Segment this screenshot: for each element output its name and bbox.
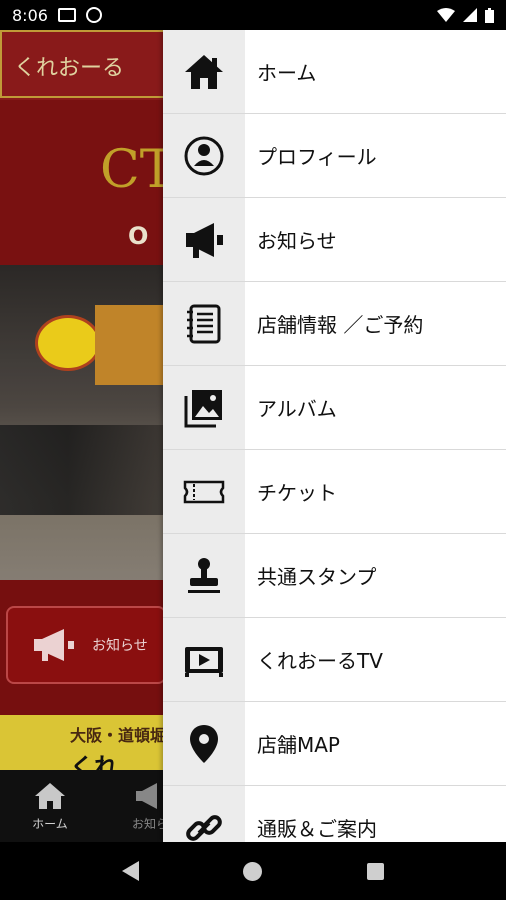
menu-label: 共通スタンプ [257,565,377,589]
recents-button[interactable] [366,862,384,880]
menu-icon-cell [163,534,245,617]
tv-icon [185,646,223,677]
menu-label: お知らせ [257,229,337,253]
menu-icon-cell [163,30,245,113]
menu-icon-cell [163,702,245,785]
menu-icon-cell [163,114,245,197]
home-button[interactable] [243,861,263,881]
menu-item-home[interactable]: ホーム [163,30,506,114]
menu-item-store-info[interactable]: 店舗情報 ／ご予約 [163,282,506,366]
gmail-icon [57,8,76,22]
menu-icon-cell [163,618,245,701]
menu-label: 店舗情報 ／ご予約 [257,313,424,337]
wifi-icon [437,8,455,22]
menu-item-shop[interactable]: 通販＆ご案内 [163,786,506,842]
ticket-icon [183,480,225,503]
back-button[interactable] [122,861,140,881]
menu-label: 通販＆ご案内 [257,817,377,841]
navigation-drawer: ホーム プロフィール お知らせ 店舗情報 ／ご予約 アルバム チケット 共通スタ… [163,30,506,842]
sync-icon [85,7,102,23]
notebook-icon [187,304,221,343]
stamp-icon [188,557,220,593]
menu-icon-cell [163,198,245,281]
system-nav-bar [0,842,506,900]
megaphone-icon [186,222,223,258]
profile-icon [184,136,224,175]
menu-icon-cell [163,282,245,365]
menu-item-album[interactable]: アルバム [163,366,506,450]
menu-label: ホーム [257,61,317,85]
menu-item-map[interactable]: 店舗MAP [163,702,506,786]
signal-icon [463,8,477,22]
menu-item-news[interactable]: お知らせ [163,198,506,282]
menu-label: くれおーるTV [257,649,383,673]
menu-label: チケット [257,481,337,505]
menu-item-tv[interactable]: くれおーるTV [163,618,506,702]
map-pin-icon [190,724,218,763]
menu-label: プロフィール [257,145,377,169]
status-time: 8:06 [12,5,48,25]
link-icon [186,814,222,841]
status-bar: 8:06 [0,0,506,30]
menu-icon-cell [163,450,245,533]
menu-label: 店舗MAP [257,733,340,757]
status-left: 8:06 [12,6,102,25]
battery-icon [485,7,494,23]
menu-label: アルバム [257,397,337,421]
album-icon [184,389,222,427]
menu-item-ticket[interactable]: チケット [163,450,506,534]
menu-item-profile[interactable]: プロフィール [163,114,506,198]
status-right [437,7,494,23]
menu-icon-cell [163,366,245,449]
menu-icon-cell [163,786,245,842]
home-icon [185,54,223,89]
menu-item-stamp[interactable]: 共通スタンプ [163,534,506,618]
